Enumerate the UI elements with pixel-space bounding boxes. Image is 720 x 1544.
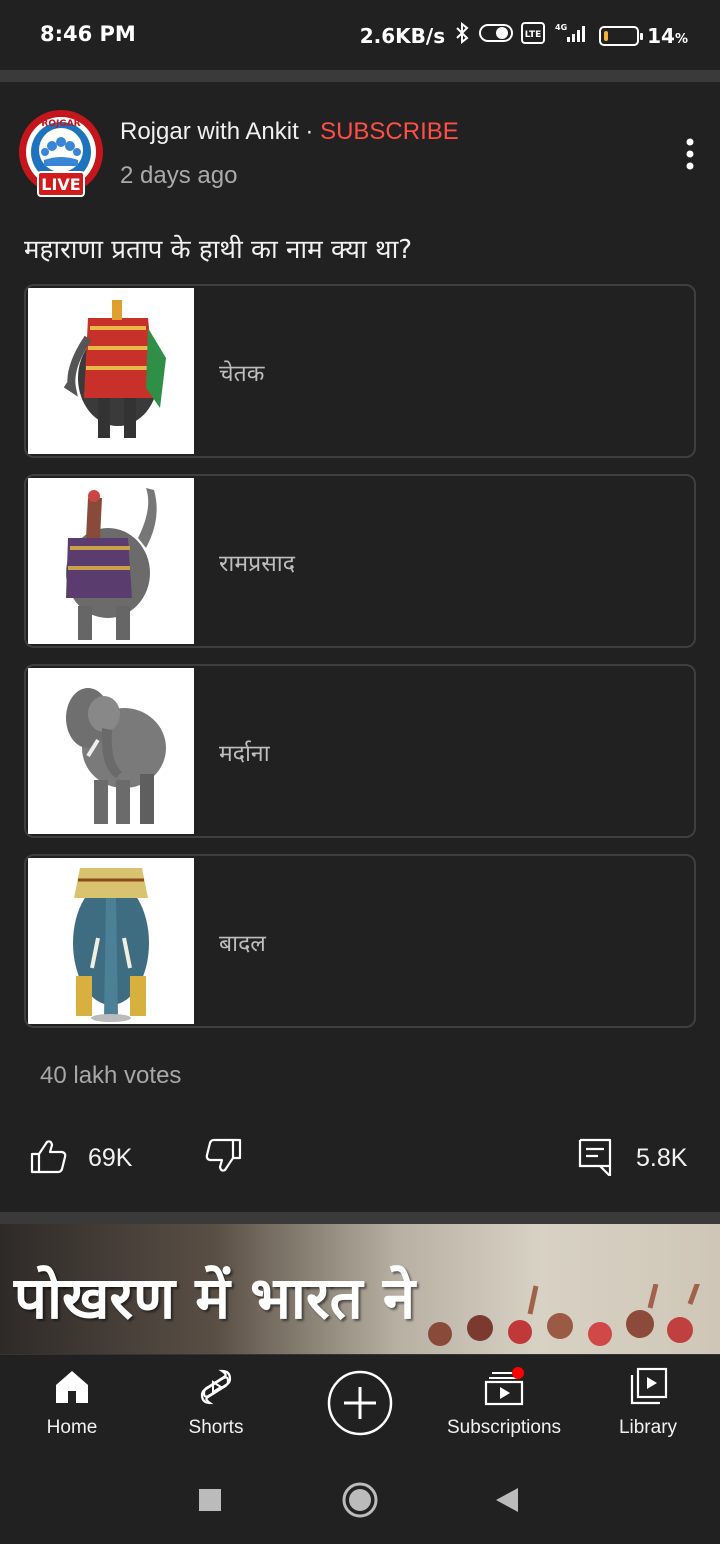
nav-home[interactable]: Home <box>0 1355 144 1461</box>
home-icon <box>52 1367 92 1407</box>
community-post: ROJGAR LIVE Rojgar with Ankit · SUBSCRIB… <box>0 82 720 1212</box>
battery-icon <box>599 25 644 46</box>
back-icon[interactable] <box>488 1480 528 1520</box>
nav-library-label: Library <box>618 1417 678 1438</box>
status-right: 2.6KB/s LTE 4G 14% <box>359 21 688 49</box>
header-separator: · <box>298 118 321 145</box>
library-icon <box>628 1367 668 1407</box>
decorated-elephant-image <box>28 288 194 454</box>
poll-option[interactable]: रामप्रसाद <box>24 474 696 648</box>
vote-count: 40 lakh votes <box>40 1062 182 1089</box>
section-divider <box>0 1212 720 1224</box>
post-time: 2 days ago <box>120 162 238 189</box>
channel-name[interactable]: Rojgar with Ankit <box>120 118 299 145</box>
network-speed: 2.6KB/s <box>359 23 446 48</box>
nav-library[interactable]: Library <box>576 1355 720 1461</box>
home-button-icon[interactable] <box>340 1480 380 1520</box>
create-icon[interactable] <box>326 1369 394 1437</box>
painted-elephant-image <box>28 858 194 1024</box>
subscriptions-icon <box>484 1367 524 1407</box>
grey-elephant-image <box>28 668 194 834</box>
video-thumbnail[interactable]: पोखरण में भारत ने <box>0 1224 720 1354</box>
bluetooth-icon <box>453 21 471 49</box>
system-nav <box>0 1460 720 1544</box>
post-actions: 69K 5.8K <box>0 1132 720 1192</box>
option-label: बादल <box>219 931 266 957</box>
nav-shorts[interactable]: Shorts <box>144 1355 288 1461</box>
toggle-icon <box>479 23 514 48</box>
poll-question: महाराणा प्रताप के हाथी का नाम क्या था? <box>24 235 413 265</box>
war-elephant-image <box>28 478 194 644</box>
svg-text:LTE: LTE <box>525 30 542 40</box>
status-bar: 8:46 PM 2.6KB/s LTE 4G 14% <box>0 0 720 70</box>
more-options-icon[interactable] <box>678 134 702 174</box>
subscribe-button[interactable]: SUBSCRIBE <box>320 118 459 145</box>
channel-avatar[interactable]: ROJGAR LIVE <box>16 110 106 200</box>
signal-icon: 4G <box>553 22 591 49</box>
section-divider <box>0 70 720 82</box>
channel-header: Rojgar with Ankit · SUBSCRIBE <box>120 118 459 146</box>
like-icon[interactable] <box>28 1136 68 1176</box>
like-count: 69K <box>88 1144 133 1172</box>
bottom-nav: Home Shorts Subscriptions Library <box>0 1354 720 1460</box>
poll-option[interactable]: बादल <box>24 854 696 1028</box>
dislike-icon[interactable] <box>204 1136 244 1176</box>
live-badge: LIVE <box>41 175 80 194</box>
volte-icon: LTE <box>521 22 546 49</box>
poll-option[interactable]: चेतक <box>24 284 696 458</box>
option-label: मर्दाना <box>219 741 270 767</box>
battery-percent: 14% <box>647 23 688 48</box>
comment-icon[interactable] <box>576 1136 616 1178</box>
option-label: चेतक <box>219 361 265 387</box>
nav-subscriptions-label: Subscriptions <box>446 1417 562 1438</box>
poll-option[interactable]: मर्दाना <box>24 664 696 838</box>
svg-text:4G: 4G <box>555 23 567 32</box>
thumbnail-title: पोखरण में भारत ने <box>14 1264 416 1332</box>
option-label: रामप्रसाद <box>219 551 295 577</box>
nav-subscriptions[interactable]: Subscriptions <box>432 1355 576 1461</box>
comment-count: 5.8K <box>636 1144 688 1172</box>
crowd-image <box>428 1284 700 1346</box>
status-time: 8:46 PM <box>40 22 136 46</box>
nav-shorts-label: Shorts <box>188 1417 244 1438</box>
recent-apps-icon[interactable] <box>190 1480 230 1520</box>
svg-text:ROJGAR: ROJGAR <box>41 119 80 129</box>
nav-home-label: Home <box>46 1417 98 1438</box>
shorts-icon <box>196 1367 236 1407</box>
